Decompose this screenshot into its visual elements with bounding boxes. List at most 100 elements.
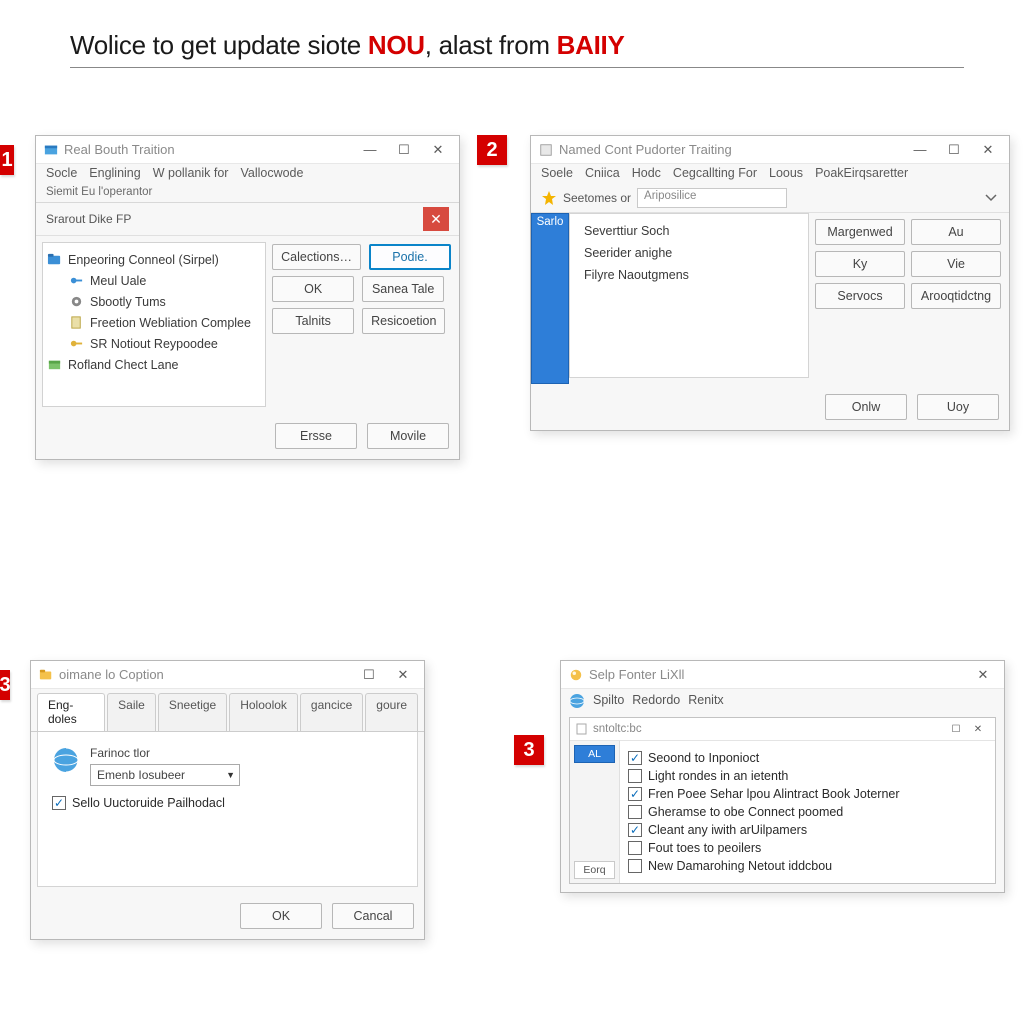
calections-button[interactable]: Calections… — [272, 244, 361, 270]
checkbox-checked-icon[interactable]: ✓ — [628, 823, 642, 837]
combo-select[interactable]: Emenb Iosubeer ▼ — [90, 764, 240, 786]
maximize-button[interactable]: ☐ — [352, 664, 386, 686]
au-button[interactable]: Au — [911, 219, 1001, 245]
checkbox-row[interactable]: Gheramse to obe Connect poomed — [628, 805, 987, 819]
checkbox-row[interactable]: ✓Cleant any iwith arUilpamers — [628, 823, 987, 837]
minimize-button[interactable]: — — [903, 139, 937, 161]
onlv-button[interactable]: Onlw — [825, 394, 907, 420]
list-item[interactable]: Severttiur Soch — [576, 220, 802, 242]
step-badge-1: 1 — [0, 145, 14, 175]
list-item[interactable]: Seerider anighe — [576, 242, 802, 264]
inner-titlebar[interactable]: sntoltc:bc ☐ ✕ — [570, 718, 995, 741]
menu-item[interactable]: Cegcallting For — [673, 166, 757, 180]
menu-item[interactable]: Loous — [769, 166, 803, 180]
checkbox-checked-icon[interactable]: ✓ — [52, 796, 66, 810]
checkbox-unchecked-icon[interactable] — [628, 805, 642, 819]
maximize-button[interactable]: ☐ — [387, 139, 421, 161]
tab[interactable]: Saile — [107, 693, 156, 731]
cancel-button[interactable]: Cancal — [332, 903, 414, 929]
window-title: oimane lo Coption — [59, 667, 164, 682]
vie-button[interactable]: Vie — [911, 251, 1001, 277]
app-icon — [44, 143, 58, 157]
tab[interactable]: Spilto — [593, 693, 624, 709]
arooq-button[interactable]: Arooqtidctng — [911, 283, 1001, 309]
close-button[interactable]: ✕ — [386, 664, 420, 686]
minimize-button[interactable]: — — [353, 139, 387, 161]
tree-panel[interactable]: Enpeoring Conneol (Sirpel) Meul Uale Sbo… — [42, 242, 266, 407]
podie-button[interactable]: Podie. — [369, 244, 451, 270]
checkbox-unchecked-icon[interactable] — [628, 769, 642, 783]
menu-item[interactable]: Cniica — [585, 166, 620, 180]
key-icon — [69, 273, 84, 288]
tree-label: SR Notiout Reypoodee — [90, 337, 218, 351]
menu-item[interactable]: Englining — [89, 166, 140, 180]
chevron-down-icon: ▼ — [226, 770, 235, 780]
erse-button[interactable]: Ersse — [275, 423, 357, 449]
uoy-button[interactable]: Uoy — [917, 394, 999, 420]
tab-strip: Eng-doles Saile Sneetige Holoolok gancic… — [31, 689, 424, 732]
tab[interactable]: goure — [365, 693, 418, 731]
sanea-button[interactable]: Sanea Tale — [362, 276, 444, 302]
tab[interactable]: Sneetige — [158, 693, 227, 731]
menu-item[interactable]: PoakEirqsaretter — [815, 166, 908, 180]
tab[interactable]: Eng-doles — [37, 693, 105, 731]
list-item[interactable]: Filyre Naoutgmens — [576, 264, 802, 286]
checkbox-label: Fout toes to peoilers — [648, 841, 761, 855]
checkbox-checked-icon[interactable]: ✓ — [628, 787, 642, 801]
tree-item[interactable]: SR Notiout Reypoodee — [47, 333, 261, 354]
tree-item[interactable]: Sbootly Tums — [47, 291, 261, 312]
checkbox-unchecked-icon[interactable] — [628, 859, 642, 873]
titlebar[interactable]: oimane lo Coption ☐ ✕ — [31, 661, 424, 689]
tree-item[interactable]: Meul Uale — [47, 270, 261, 291]
tab[interactable]: Redordo — [632, 693, 680, 709]
resico-button[interactable]: Resicoetion — [362, 308, 445, 334]
margern-button[interactable]: Margenwed — [815, 219, 905, 245]
menu-item[interactable]: Socle — [46, 166, 77, 180]
tree-item[interactable]: Rofland Chect Lane — [47, 354, 261, 375]
checkbox-row[interactable]: ✓ Sello Uuctoruide Pailhodacl — [52, 796, 403, 810]
titlebar[interactable]: Selp Fonter LiXll ✕ — [561, 661, 1004, 689]
box-icon — [47, 357, 62, 372]
tab[interactable]: Renitx — [688, 693, 723, 709]
rail-tab-selected[interactable]: AL — [574, 745, 615, 763]
small-tabstrip: Spilto Redordo Renitx — [561, 689, 1004, 713]
search-row: Srarout Dike FP ✕ — [36, 203, 459, 236]
checkbox-row[interactable]: New Damarohing Netout iddcbou — [628, 859, 987, 873]
menubar: Socle Englining W pollanik for Vallocwod… — [36, 164, 459, 184]
collapse-icon[interactable] — [983, 190, 999, 206]
checkbox-row[interactable]: ✓Fren Poee Sehar lpou Alintract Book Jot… — [628, 787, 987, 801]
tree-item[interactable]: Freetion Webliation Complee — [47, 312, 261, 333]
tree-item[interactable]: Enpeoring Conneol (Sirpel) — [47, 249, 261, 270]
inner-close-button[interactable]: ✕ — [967, 721, 989, 737]
close-button[interactable]: ✕ — [966, 664, 1000, 686]
search-input[interactable]: Ariposilice — [637, 188, 787, 208]
list-panel[interactable]: Severttiur Soch Seerider anighe Filyre N… — [569, 213, 809, 378]
menu-item[interactable]: W pollanik for — [153, 166, 229, 180]
rail-tab[interactable]: Eorq — [574, 861, 615, 879]
checkbox-checked-icon[interactable]: ✓ — [628, 751, 642, 765]
menu-item[interactable]: Soele — [541, 166, 573, 180]
side-tab[interactable]: Sarlo — [531, 213, 569, 384]
moole-button[interactable]: Movile — [367, 423, 449, 449]
menu-item[interactable]: Vallocwode — [240, 166, 303, 180]
menu-item[interactable]: Hodc — [632, 166, 661, 180]
key2-icon — [69, 336, 84, 351]
inner-maximize-button[interactable]: ☐ — [945, 721, 967, 737]
checkbox-row[interactable]: ✓Seoond to Inponioct — [628, 751, 987, 765]
checkbox-unchecked-icon[interactable] — [628, 841, 642, 855]
tab[interactable]: gancice — [300, 693, 363, 731]
titlebar[interactable]: Real Bouth Traition — ☐ ✕ — [36, 136, 459, 164]
talits-button[interactable]: Talnits — [272, 308, 354, 334]
ok-button[interactable]: OK — [272, 276, 354, 302]
servocs-button[interactable]: Servocs — [815, 283, 905, 309]
checkbox-row[interactable]: Fout toes to peoilers — [628, 841, 987, 855]
checkbox-row[interactable]: Light rondes in an ietenth — [628, 769, 987, 783]
maximize-button[interactable]: ☐ — [937, 139, 971, 161]
ky-button[interactable]: Ky — [815, 251, 905, 277]
ok-button[interactable]: OK — [240, 903, 322, 929]
close-button[interactable]: ✕ — [421, 139, 455, 161]
tab[interactable]: Holoolok — [229, 693, 298, 731]
toolbar-close-button[interactable]: ✕ — [423, 207, 449, 231]
close-button[interactable]: ✕ — [971, 139, 1005, 161]
titlebar[interactable]: Named Cont Pudorter Traiting — ☐ ✕ — [531, 136, 1009, 164]
